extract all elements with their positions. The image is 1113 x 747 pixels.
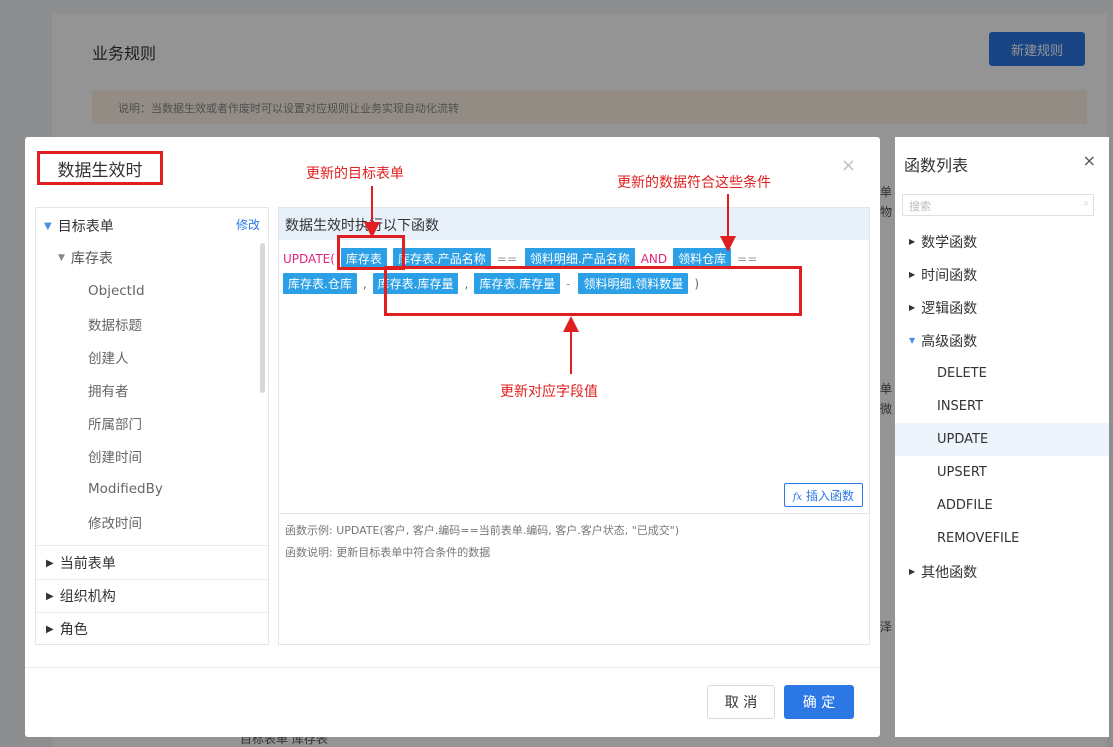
caret-right-icon: ▶ [909, 270, 916, 279]
caret-right-icon: ▶ [909, 303, 916, 312]
annotation-box-values [384, 266, 802, 316]
edit-target-link[interactable]: 修改 [236, 216, 260, 233]
tree-node-inventory[interactable]: ▼ 库存表 [36, 243, 268, 273]
confirm-button[interactable]: 确 定 [784, 685, 854, 719]
tree-node-label: 目标表单 [57, 219, 114, 235]
field-item[interactable]: ModifiedBy [36, 474, 268, 504]
tree-node-label: 角色 [59, 622, 88, 638]
category-advanced[interactable]: ▼ 高级函数 [895, 324, 1109, 357]
annotation-box-target [337, 235, 405, 270]
category-label: 逻辑函数 [921, 300, 978, 317]
insert-function-button[interactable]: fx 插入函数 [783, 483, 863, 507]
function-item-removefile[interactable]: REMOVEFILE [895, 522, 1109, 555]
function-item-delete[interactable]: DELETE [895, 357, 1109, 390]
caret-down-icon: ▼ [909, 336, 916, 345]
formula-operator: == [737, 251, 758, 266]
insert-function-label: 插入函数 [805, 489, 854, 503]
tree-node-label: 库存表 [70, 251, 113, 267]
tree-node-target-form[interactable]: ▼ 目标表单 [36, 211, 268, 241]
divider [36, 612, 268, 613]
function-item-update[interactable]: UPDATE [895, 423, 1109, 456]
function-item-upsert[interactable]: UPSERT [895, 456, 1109, 489]
category-label: 高级函数 [921, 333, 978, 350]
category-time[interactable]: ▶ 时间函数 [895, 258, 1109, 291]
function-search-input[interactable]: 搜索 ⌕ [902, 194, 1094, 216]
tree-node-label: 当前表单 [59, 556, 116, 572]
search-placeholder: 搜索 [909, 200, 931, 213]
function-list-panel: 函数列表 × 搜索 ⌕ ▶ 数学函数 ▶ 时间函数 ▶ 逻辑函数 ▼ 高级函数 … [895, 137, 1109, 737]
formula-keyword: UPDATE( [283, 251, 335, 266]
field-item[interactable]: 修改时间 [36, 507, 268, 537]
formula-comma: , [362, 276, 367, 291]
caret-right-icon: ▶ [46, 623, 54, 635]
field-item[interactable]: 创建人 [36, 342, 268, 372]
category-logic[interactable]: ▶ 逻辑函数 [895, 291, 1109, 324]
tree-node-current-form[interactable]: ▶ 当前表单 [36, 548, 268, 578]
caret-right-icon: ▶ [46, 557, 54, 569]
function-item-insert[interactable]: INSERT [895, 390, 1109, 423]
close-icon[interactable]: × [1083, 151, 1096, 170]
function-example: 函数示例: UPDATE(客户, 客户.编码==当前表单.编码, 客户.客户状态… [285, 524, 680, 537]
function-icon: fx [792, 492, 803, 503]
formula-keyword: AND [640, 251, 668, 266]
field-item[interactable]: 所属部门 [36, 408, 268, 438]
tree-node-label: 组织机构 [59, 589, 116, 605]
field-item[interactable]: 拥有者 [36, 375, 268, 405]
scrollbar-thumb[interactable] [260, 243, 265, 393]
annotation-field-values: 更新对应字段值 [500, 384, 598, 400]
divider [36, 579, 268, 580]
data-effective-dialog: 数据生效时 × ▼ 目标表单 修改 ▼ 库存表 ObjectId 数据标题 创建… [25, 137, 880, 737]
category-label: 时间函数 [921, 267, 978, 284]
dialog-footer-divider [25, 667, 880, 668]
function-help: 函数示例: UPDATE(客户, 客户.编码==当前表单.编码, 客户.客户状态… [279, 513, 869, 645]
field-item[interactable]: ObjectId [36, 276, 268, 306]
category-label: 数学函数 [921, 234, 978, 251]
divider [36, 545, 268, 546]
tree-node-organization[interactable]: ▶ 组织机构 [36, 581, 268, 611]
cancel-button[interactable]: 取 消 [707, 685, 775, 719]
annotation-target-form: 更新的目标表单 [306, 166, 404, 182]
caret-right-icon: ▶ [46, 590, 54, 602]
caret-down-icon: ▼ [58, 253, 65, 263]
field-item[interactable]: 数据标题 [36, 309, 268, 339]
close-icon[interactable]: × [841, 155, 856, 176]
category-math[interactable]: ▶ 数学函数 [895, 225, 1109, 258]
tree-node-role[interactable]: ▶ 角色 [36, 614, 268, 644]
annotation-conditions: 更新的数据符合这些条件 [617, 175, 771, 191]
category-label: 其他函数 [921, 564, 978, 581]
formula-operator: == [496, 251, 517, 266]
category-other[interactable]: ▶ 其他函数 [895, 555, 1109, 588]
function-list-title: 函数列表 [904, 156, 969, 175]
caret-down-icon: ▼ [44, 220, 52, 232]
field-tree-panel: ▼ 目标表单 修改 ▼ 库存表 ObjectId 数据标题 创建人 拥有者 所属… [35, 207, 269, 645]
caret-right-icon: ▶ [909, 567, 916, 576]
caret-right-icon: ▶ [909, 237, 916, 246]
formula-field-tag[interactable]: 库存表.仓库 [283, 273, 357, 294]
function-explanation: 函数说明: 更新目标表单中符合条件的数据 [285, 546, 491, 559]
search-icon: ⌕ [1083, 198, 1089, 209]
dialog-title: 数据生效时 [37, 151, 163, 185]
function-item-addfile[interactable]: ADDFILE [895, 489, 1109, 522]
field-item[interactable]: 创建时间 [36, 441, 268, 471]
